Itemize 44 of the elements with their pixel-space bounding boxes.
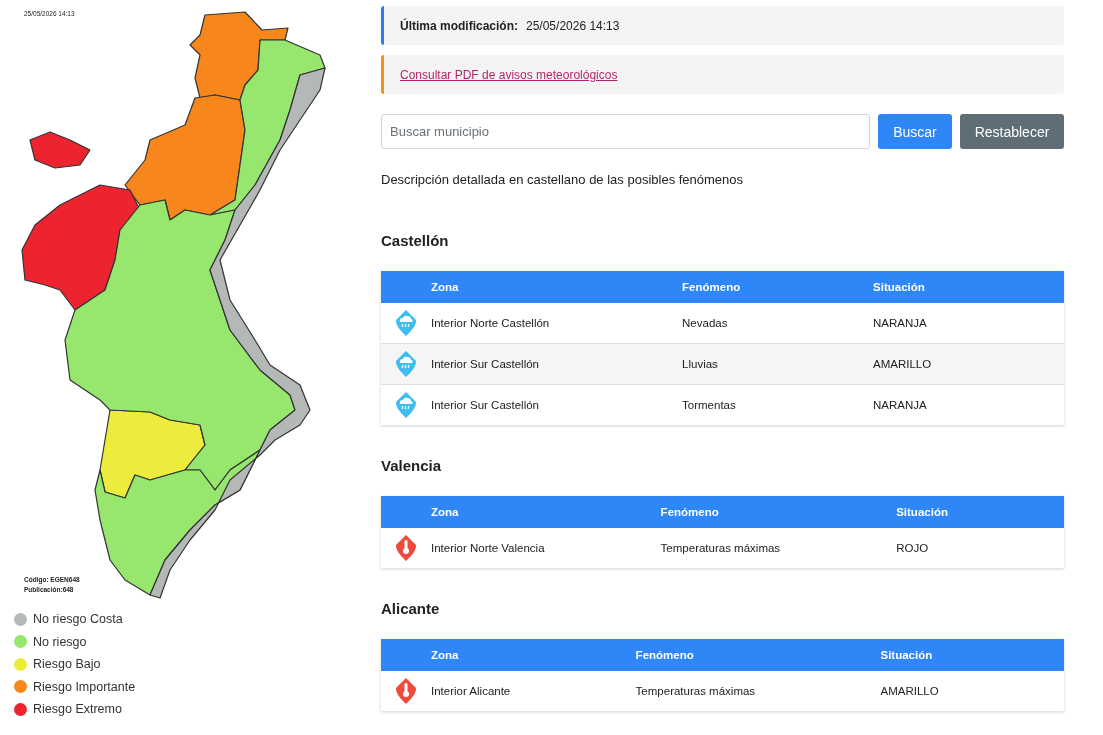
zone-cell-text: Interior Norte Valencia (431, 542, 546, 554)
zone-cell-text: Interior Norte Castellón (431, 317, 551, 329)
search-field[interactable]: Buscar municipio (381, 114, 870, 149)
province-heading: Castellón (381, 232, 450, 249)
cloud-rain-icon (394, 350, 418, 378)
search-button[interactable]: Buscar (878, 114, 952, 149)
phenomenon-cell-text: Temperaturas máximas (660, 542, 782, 554)
zone-cell-text: Interior Alicante (431, 685, 512, 697)
legend-label: No riesgo (33, 634, 87, 649)
phenomenon-cell-text: Tormentas (682, 399, 737, 411)
column-header: Zona (431, 649, 460, 661)
pdf-link[interactable]: Consultar PDF de avisos meteorológicos (400, 67, 618, 82)
phenomenon-cell-text: Temperaturas máximas (635, 685, 757, 697)
column-header: Situación (873, 281, 926, 293)
legend-label: No riesgo Costa (33, 612, 123, 627)
province-heading: Valencia (381, 457, 443, 474)
cloud-rain-icon (394, 309, 418, 337)
status-cell-text: NARANJA (873, 317, 928, 329)
thermometer-icon (394, 534, 418, 562)
column-header: Fenómeno (635, 649, 695, 661)
status-cell-text: AMARILLO (873, 358, 933, 370)
province-heading: Alicante (381, 600, 441, 617)
description: Descripción detallada en castellano de las posibles fenómenos (381, 172, 745, 187)
reset-button[interactable]: Restablecer (960, 114, 1064, 149)
legend-label: Riesgo Extremo (33, 702, 122, 717)
column-header: Situación (896, 506, 949, 518)
phenomenon-cell-text: Nevadas (682, 317, 729, 329)
last-modified-label: Última modificación: (400, 18, 518, 33)
column-header: Zona (431, 506, 460, 518)
column-header: Zona (431, 281, 460, 293)
column-header: Situación (880, 649, 934, 661)
status-cell-text: AMARILLO (880, 685, 940, 697)
column-header: Fenómeno (682, 281, 742, 293)
status-cell-text: NARANJA (873, 399, 928, 411)
phenomenon-cell-text: Lluvias (682, 358, 719, 370)
legend-label: Riesgo Importante (33, 679, 136, 694)
status-cell-text: ROJO (896, 542, 930, 554)
zone-cell-text: Interior Sur Castellón (431, 399, 541, 411)
legend-label: Riesgo Bajo (33, 657, 101, 672)
zone-cell-text: Interior Sur Castellón (431, 358, 541, 370)
thermometer-icon (394, 677, 418, 705)
cloud-rain-icon (394, 391, 418, 419)
last-modified-value: 25/05/2026 14:13 (526, 18, 620, 33)
column-header: Fenómeno (660, 506, 720, 518)
